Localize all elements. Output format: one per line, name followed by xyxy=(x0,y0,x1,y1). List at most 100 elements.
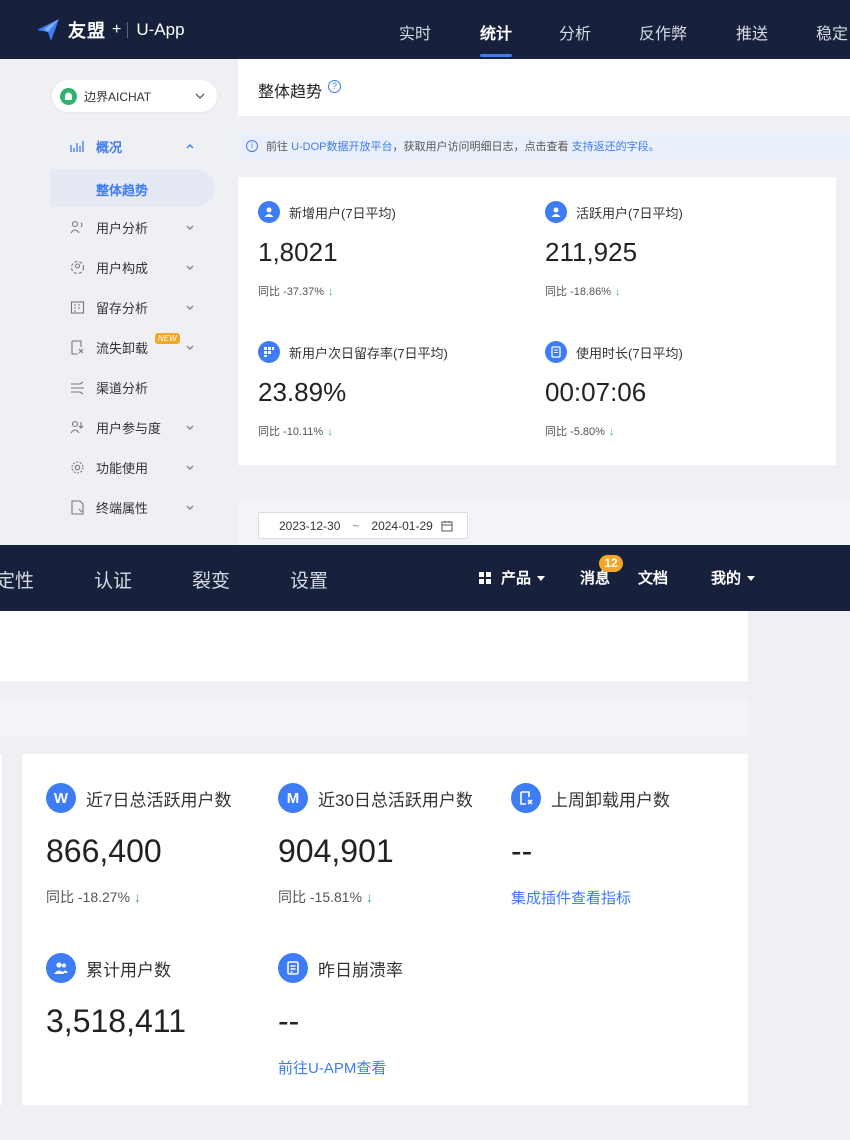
chevron-down-icon xyxy=(186,225,194,230)
supported-fields-link[interactable]: 支持返还的字段。 xyxy=(572,138,660,154)
product-menu[interactable]: 产品 xyxy=(478,567,546,588)
nav-stability-tail[interactable]: 定性 xyxy=(0,566,34,593)
page-title: 整体趋势 xyxy=(258,84,323,101)
uninstall-icon xyxy=(511,783,541,813)
channel-icon xyxy=(71,381,84,394)
sidebar-item-label: 留存分析 xyxy=(96,300,149,316)
stat-value: 23.89% xyxy=(258,377,347,407)
arrow-down-icon: ↓ xyxy=(608,426,615,438)
user-circle-icon xyxy=(70,260,85,274)
sidebar-item-overview[interactable]: 概况 xyxy=(0,126,230,166)
help-icon[interactable]: ? xyxy=(328,80,341,93)
stat-label: 新增用户(7日平均) xyxy=(289,205,396,221)
nav-stability[interactable]: 稳定 xyxy=(816,20,848,44)
notice-prefix: 前往 xyxy=(266,141,288,153)
stat-label: 新用户次日留存率(7日平均) xyxy=(289,345,448,361)
chart-line-icon xyxy=(70,140,84,152)
stat-value: 904,901 xyxy=(278,833,394,869)
sidebar-item-label: 功能使用 xyxy=(96,460,149,476)
date-separator: ~ xyxy=(352,518,360,533)
account-menu[interactable]: 我的 xyxy=(711,567,756,588)
stat-compare: 同比 -37.37% xyxy=(258,286,325,298)
sidebar-item-label: 渠道分析 xyxy=(96,380,149,396)
uninstall-icon xyxy=(71,339,84,355)
week-w-icon: W xyxy=(46,783,76,813)
sidebar-item-label: 终端属性 xyxy=(96,500,149,516)
message-count-badge: 12 xyxy=(599,555,623,572)
sidebar-item-channel-analysis[interactable]: 渠道分析 xyxy=(0,367,230,407)
chevron-down-icon xyxy=(186,345,194,350)
sidebar-item-label: 用户分析 xyxy=(96,220,149,236)
info-icon: i xyxy=(246,140,258,152)
sidebar-subitem-overall-trend[interactable]: 整体趋势 xyxy=(50,169,215,207)
stat-label: 近30日总活跃用户数 xyxy=(318,790,473,810)
date-start: 2023-12-30 xyxy=(279,518,341,533)
page-header: 整体趋势 ? xyxy=(238,59,850,116)
notice-banner: i 前往 U-DOP数据开放平台 ，获取用户访问明细日志，点击查看 支持返还的字… xyxy=(238,133,850,159)
stat-compare: 同比 -15.81% xyxy=(278,889,363,905)
sidebar-item-user-composition[interactable]: 用户构成 xyxy=(0,247,230,287)
sidebar-item-user-analysis[interactable]: 用户分析 xyxy=(0,207,230,247)
sidebar: 边界AICHAT 概况 整体趋势 用户分析 用户构成 留存分析 流失卸载 NEW… xyxy=(0,59,230,545)
product-label: 产品 xyxy=(501,570,532,587)
udop-link[interactable]: U-DOP数据开放平台 xyxy=(291,138,392,154)
stats-card: 新增用户(7日平均) 1,8021 同比 -37.37% ↓ 活跃用户(7日平均)… xyxy=(238,177,836,465)
arrow-down-icon: ↓ xyxy=(328,286,334,298)
sidebar-item-retention[interactable]: 留存分析 xyxy=(0,287,230,327)
user-engagement-icon xyxy=(70,420,84,433)
sidebar-item-label: 流失卸载 xyxy=(96,340,149,356)
nav-certification[interactable]: 认证 xyxy=(94,566,132,593)
sidebar-item-label: 用户构成 xyxy=(96,260,149,276)
lower-filter-strip xyxy=(0,699,748,736)
chevron-down-icon xyxy=(195,93,205,99)
arrow-down-icon: ↓ xyxy=(366,889,374,905)
notice-middle: ，获取用户访问明细日志，点击查看 xyxy=(392,141,569,153)
stat-label: 近7日总活跃用户数 xyxy=(86,790,232,810)
integrate-plugin-link[interactable]: 集成插件查看指标 xyxy=(511,887,631,908)
nav-active-indicator xyxy=(480,54,512,57)
arrow-down-icon: ↓ xyxy=(134,889,142,905)
new-user-icon xyxy=(258,201,280,223)
nav-fission[interactable]: 裂变 xyxy=(192,566,230,593)
stat-value: -- xyxy=(511,833,533,869)
retention-grid-icon xyxy=(258,341,280,363)
secondary-navbar: 定性 认证 裂变 设置 产品 消息 12 文档 我的 xyxy=(0,545,850,611)
stat-label: 使用时长(7日平均) xyxy=(576,345,683,361)
apps-grid-icon xyxy=(479,571,491,584)
nav-push[interactable]: 推送 xyxy=(736,20,768,44)
lower-left-edge xyxy=(0,754,2,1105)
date-end: 2024-01-29 xyxy=(371,518,433,533)
chevron-down-icon xyxy=(186,505,194,510)
app-selector[interactable]: 边界AICHAT xyxy=(52,80,217,112)
uapm-link[interactable]: 前往U-APM查看 xyxy=(278,1057,386,1078)
android-icon xyxy=(60,87,77,105)
lower-stats-card: W 近7日总活跃用户数 866,400 同比 -18.27% ↓ M 近30日总活… xyxy=(22,754,748,1105)
account-label: 我的 xyxy=(711,570,742,587)
sidebar-item-churn-uninstall[interactable]: 流失卸载 NEW xyxy=(0,327,230,367)
users-icon xyxy=(70,220,83,233)
crash-report-icon xyxy=(278,953,308,983)
sidebar-item-feature-usage[interactable]: 功能使用 xyxy=(0,447,230,487)
chevron-down-icon xyxy=(186,265,194,270)
chevron-up-icon xyxy=(186,144,194,149)
stat-compare: 同比 -10.11% xyxy=(258,426,324,438)
nav-realtime[interactable]: 实时 xyxy=(399,20,431,44)
stat-label: 上周卸载用户数 xyxy=(551,790,670,810)
app-selector-label: 边界AICHAT xyxy=(84,89,152,104)
caret-down-icon xyxy=(747,575,756,581)
docs-link[interactable]: 文档 xyxy=(638,567,668,588)
lower-header-panel xyxy=(0,611,748,681)
month-m-icon: M xyxy=(278,783,308,813)
nav-statistics[interactable]: 统计 xyxy=(480,20,512,44)
stat-value: 00:07:06 xyxy=(545,377,647,407)
nav-anti-cheat[interactable]: 反作弊 xyxy=(639,20,687,44)
sidebar-item-engagement[interactable]: 用户参与度 xyxy=(0,407,230,447)
nav-settings[interactable]: 设置 xyxy=(290,566,328,593)
date-range-picker[interactable]: 2023-12-30 ~ 2024-01-29 xyxy=(258,512,468,539)
sidebar-item-device-attributes[interactable]: 终端属性 xyxy=(0,487,230,527)
stat-value: 866,400 xyxy=(46,833,162,869)
stat-compare: 同比 -5.80% xyxy=(545,426,605,438)
sidebar-subitem-label: 整体趋势 xyxy=(96,183,149,198)
nav-analysis[interactable]: 分析 xyxy=(559,20,591,44)
stat-label: 活跃用户(7日平均) xyxy=(576,205,683,221)
